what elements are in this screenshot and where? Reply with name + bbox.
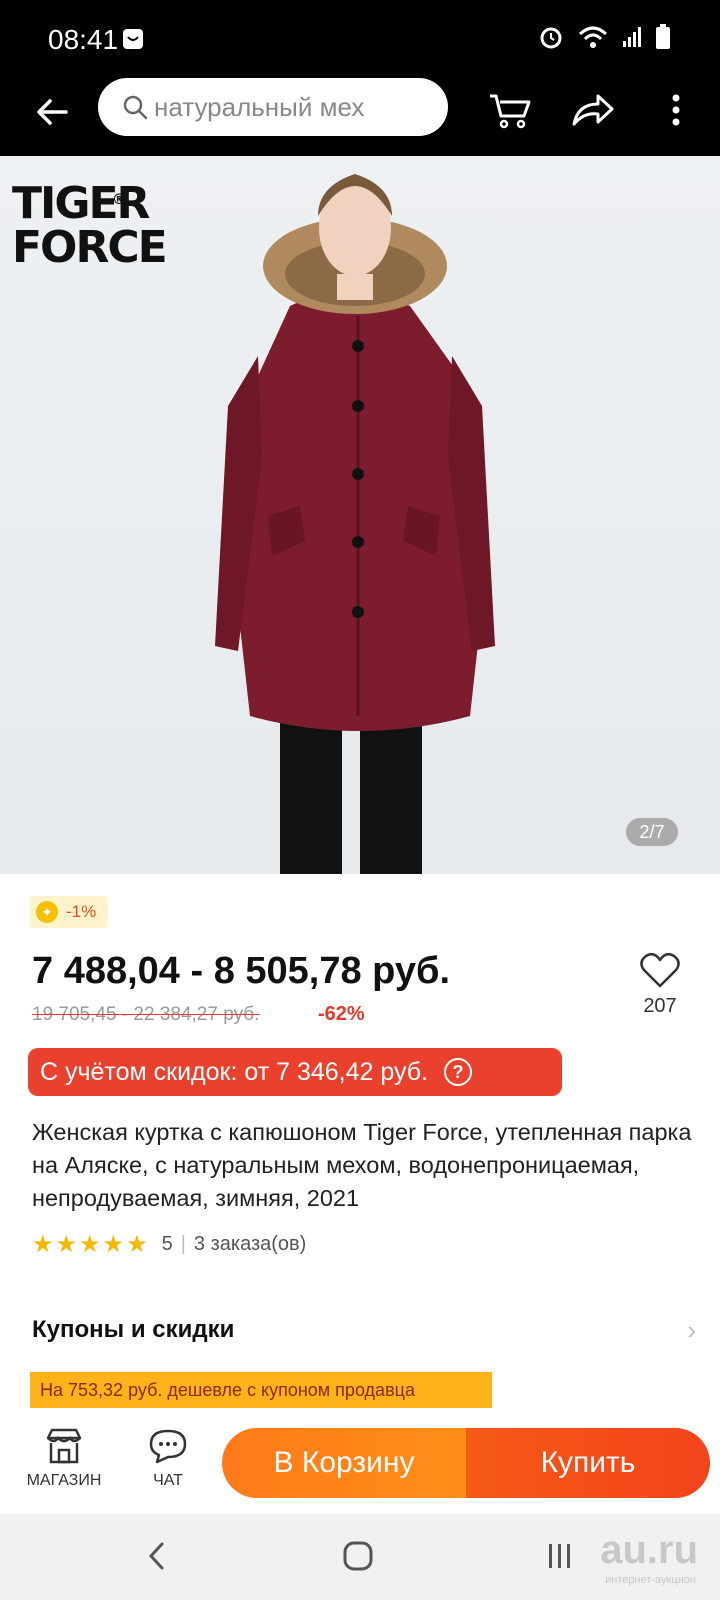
model-illustration [215, 174, 495, 874]
coupons-title: Купоны и скидки [32, 1316, 235, 1343]
status-bar: 08:41 [0, 0, 720, 78]
watermark-logo: au.ru [600, 1528, 698, 1572]
old-price-range: 19 705,45 - 22 384,27 руб. [32, 1004, 260, 1025]
top-bar: натуральный мех [0, 78, 720, 156]
home-icon [343, 1541, 373, 1571]
store-label: МАГАЗИН [26, 1472, 102, 1489]
share-icon [572, 94, 614, 126]
store-icon [46, 1428, 82, 1464]
price-range: 7 488,04 - 8 505,78 руб. [32, 950, 451, 992]
signal-icon [623, 27, 641, 47]
nav-recents-button[interactable] [530, 1536, 590, 1576]
separator: | [180, 1233, 186, 1255]
chevron-right-icon: › [687, 1314, 696, 1345]
product-title: Женская куртка с капюшоном Tiger Force, … [32, 1119, 692, 1211]
search-placeholder: натуральный мех [154, 91, 365, 122]
chat-button[interactable]: ЧАТ [118, 1424, 218, 1490]
coupon-banner[interactable]: На 753,32 руб. дешевле с купоном продавц… [30, 1372, 492, 1408]
status-icons [538, 24, 670, 50]
arrow-left-icon [37, 99, 68, 125]
alarm-icon [540, 27, 562, 49]
chat-icon [149, 1429, 187, 1464]
coupons-row[interactable]: Купоны и скидки › [32, 1310, 696, 1350]
search-input[interactable]: натуральный мех [98, 78, 448, 136]
promo-badge: ✦ -1% [30, 896, 109, 928]
rating-value: 5 [161, 1233, 173, 1255]
star-icon: ★ [126, 1231, 148, 1258]
product-image[interactable]: TIGER FORCE ® 2/7 [0, 156, 720, 874]
discount-percent: -62% [318, 1003, 365, 1025]
promo-badge-text: -1% [66, 902, 97, 921]
star-icon: ★ [102, 1231, 125, 1258]
nav-back-button[interactable] [126, 1536, 186, 1576]
chat-label: ЧАТ [153, 1472, 183, 1489]
action-bar: МАГАЗИН ЧАТ В Корзину Купить [0, 1418, 720, 1514]
recents-icon [549, 1544, 570, 1568]
status-time: 08:41 [48, 24, 119, 55]
share-button[interactable] [568, 86, 616, 134]
star-icon: ★ [32, 1231, 54, 1258]
discount-price-banner[interactable]: С учётом скидок: от 7 346,42 руб. ? [28, 1048, 562, 1096]
search-icon [123, 95, 148, 120]
favorite-button[interactable]: 207 [630, 952, 690, 1018]
buy-now-button[interactable]: Купить [466, 1428, 710, 1498]
favorite-count: 207 [643, 995, 677, 1017]
cart-icon [490, 94, 531, 129]
more-menu-button[interactable] [652, 86, 700, 134]
nav-home-button[interactable] [328, 1536, 388, 1576]
notification-icon [123, 29, 143, 49]
store-button[interactable]: МАГАЗИН [14, 1424, 114, 1490]
add-to-cart-button[interactable]: В Корзину [222, 1428, 466, 1498]
heart-icon [640, 952, 680, 988]
rating-row[interactable]: ★ ★ ★ ★ ★ 5 | 3 заказа(ов) [32, 1230, 306, 1259]
back-button[interactable] [30, 90, 74, 134]
cart-button[interactable] [486, 86, 534, 134]
star-icon: ★ [55, 1231, 78, 1258]
question-icon[interactable]: ? [444, 1058, 473, 1086]
discount-price-text: С учётом скидок: от 7 346,42 руб. [40, 1057, 429, 1086]
star-icon: ★ [79, 1231, 101, 1258]
more-vertical-icon [672, 94, 680, 126]
image-counter: 2/7 [626, 818, 678, 846]
watermark-subtitle: интернет-аукцион [605, 1574, 696, 1586]
coin-icon: ✦ [36, 901, 58, 923]
chevron-left-icon [148, 1542, 164, 1570]
battery-icon [656, 24, 670, 49]
system-nav-bar: au.ru интернет-аукцион [0, 1514, 720, 1600]
orders-count: 3 заказа(ов) [193, 1233, 307, 1255]
wifi-icon [578, 26, 608, 48]
